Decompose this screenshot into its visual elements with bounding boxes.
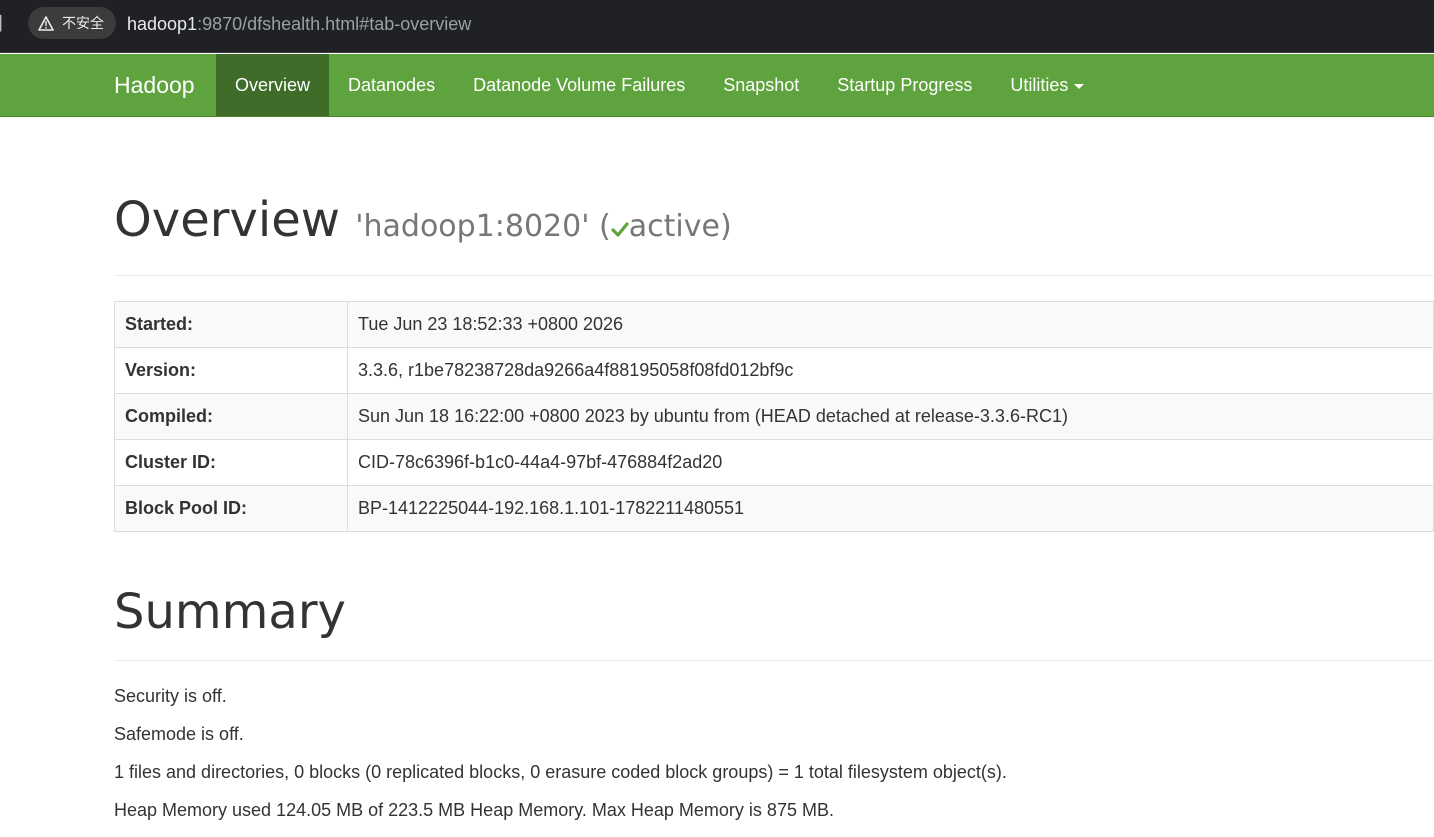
warning-triangle-icon (38, 15, 56, 31)
nav-tabs: Overview Datanodes Datanode Volume Failu… (216, 54, 1103, 117)
security-status: Security is off. (114, 686, 227, 706)
summary-lines: Security is off. Safemode is off. 1 file… (114, 685, 1434, 821)
overview-title: Overview (114, 192, 340, 248)
row-label: Started: (114, 301, 348, 348)
overview-info-table: Started: Tue Jun 23 18:52:33 +0800 2026 … (114, 301, 1434, 532)
security-label: 不安全 (62, 16, 104, 32)
brand-link[interactable]: Hadoop (114, 54, 195, 117)
tab-snapshot[interactable]: Snapshot (704, 54, 818, 116)
table-row: Version: 3.3.6, r1be78238728da9266a4f881… (114, 347, 1434, 394)
state-close-paren: ) (719, 209, 732, 244)
url-field[interactable]: hadoop1:9870/dfshealth.html#tab-overview (127, 12, 471, 36)
namenode-address: 'hadoop1:8020' (355, 209, 590, 244)
tab-overview[interactable]: Overview (216, 54, 330, 116)
namenode-state: active (628, 209, 720, 244)
page-title: Overview 'hadoop1:8020' ( active) (114, 192, 1434, 255)
url-path: :9870/dfshealth.html#tab-overview (197, 14, 472, 34)
summary-title: Summary (114, 584, 346, 640)
row-label: Cluster ID: (114, 439, 348, 486)
caret-down-icon (1074, 83, 1085, 89)
row-label: Block Pool ID: (114, 485, 348, 532)
namenode-subtitle: 'hadoop1:8020' ( active) (355, 209, 731, 244)
row-value: CID-78c6396f-b1c0-44a4-97bf-476884f2ad20 (347, 439, 1434, 486)
safemode-status: Safemode is off. (114, 724, 244, 744)
top-navbar: Hadoop Overview Datanodes Datanode Volum… (0, 54, 1434, 117)
state-open-paren: ( (599, 209, 611, 244)
table-row: Block Pool ID: BP-1412225044-192.168.1.1… (114, 485, 1434, 532)
filesystem-objects: 1 files and directories, 0 blocks (0 rep… (114, 762, 1007, 782)
browser-address-bar: ▏ 不安全 hadoop1:9870/dfshealth.html#tab-ov… (0, 0, 1434, 53)
checkmark-icon (611, 201, 629, 237)
main-content: Overview 'hadoop1:8020' ( active) Started… (114, 117, 1434, 837)
table-row: Compiled: Sun Jun 18 16:22:00 +0800 2023… (114, 393, 1434, 440)
row-value: BP-1412225044-192.168.1.101-178221148055… (347, 485, 1434, 532)
summary-header: Summary (114, 584, 1434, 661)
row-value: Tue Jun 23 18:52:33 +0800 2026 (347, 301, 1434, 348)
table-row: Started: Tue Jun 23 18:52:33 +0800 2026 (114, 301, 1434, 348)
url-host: hadoop1 (127, 14, 198, 34)
row-value: Sun Jun 18 16:22:00 +0800 2023 by ubuntu… (347, 393, 1434, 440)
window-edge: ▏ (0, 15, 11, 31)
heap-memory: Heap Memory used 124.05 MB of 223.5 MB H… (114, 800, 834, 820)
tab-startup-progress[interactable]: Startup Progress (818, 54, 991, 116)
utilities-dropdown[interactable]: Utilities (991, 54, 1103, 116)
site-security-chip[interactable]: 不安全 (28, 7, 116, 39)
row-label: Compiled: (114, 393, 348, 440)
row-label: Version: (114, 347, 348, 394)
tab-datanode-volume-failures[interactable]: Datanode Volume Failures (454, 54, 704, 116)
tab-datanodes[interactable]: Datanodes (329, 54, 454, 116)
table-row: Cluster ID: CID-78c6396f-b1c0-44a4-97bf-… (114, 439, 1434, 486)
row-value: 3.3.6, r1be78238728da9266a4f88195058f08f… (347, 347, 1434, 394)
overview-header: Overview 'hadoop1:8020' ( active) (114, 192, 1434, 276)
utilities-label: Utilities (1010, 75, 1069, 95)
